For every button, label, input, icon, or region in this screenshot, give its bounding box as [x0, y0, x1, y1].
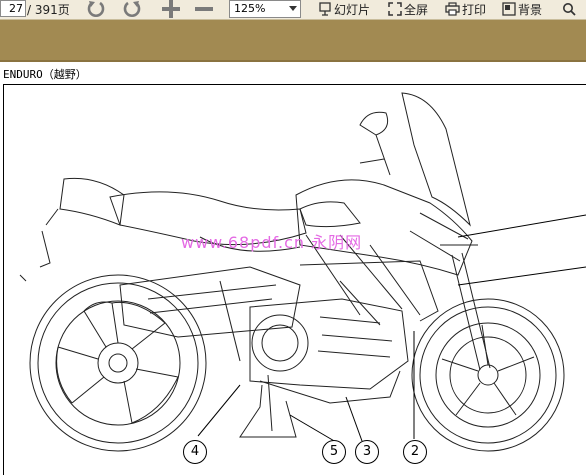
print-label: 打印 [462, 2, 487, 17]
zoom-value: 125% [234, 2, 266, 15]
slideshow-icon [319, 2, 331, 16]
printer-icon [445, 2, 460, 16]
page-number-input[interactable]: 27 [0, 0, 26, 17]
fullscreen-icon [388, 2, 402, 16]
zoom-in-icon[interactable] [160, 0, 182, 18]
viewer-header-band [0, 20, 586, 60]
zoom-out-icon[interactable] [193, 0, 215, 18]
print-button[interactable]: 打印 [445, 0, 486, 18]
motorcycle-line-drawing [19, 92, 586, 452]
callout-2: 2 [403, 440, 427, 464]
rotate-left-icon[interactable] [85, 0, 109, 18]
zoom-select[interactable]: 125% [229, 0, 301, 18]
rotate-right-icon[interactable] [119, 0, 143, 18]
viewer-toolbar: 27 / 391页 125% 幻灯片 全屏 打印 背景 [0, 0, 586, 20]
watermark-text: www.68pdf.cn 永阴网 [181, 233, 363, 252]
callout-5: 5 [322, 440, 346, 464]
callout-3: 3 [355, 440, 379, 464]
slideshow-button[interactable]: 幻灯片 [318, 0, 370, 18]
slideshow-label: 幻灯片 [334, 2, 371, 17]
fullscreen-label: 全屏 [404, 2, 429, 17]
search-icon [563, 3, 576, 16]
chevron-down-icon [289, 6, 297, 11]
background-label: 背景 [518, 2, 543, 17]
background-icon [502, 2, 516, 16]
background-button[interactable]: 背景 [502, 0, 542, 18]
search-button[interactable] [562, 0, 576, 18]
page-total-label: / 391页 [27, 3, 70, 17]
figure-caption: ENDURO（越野） [3, 68, 87, 81]
callout-4: 4 [183, 440, 207, 464]
fullscreen-button[interactable]: 全屏 [388, 0, 428, 18]
